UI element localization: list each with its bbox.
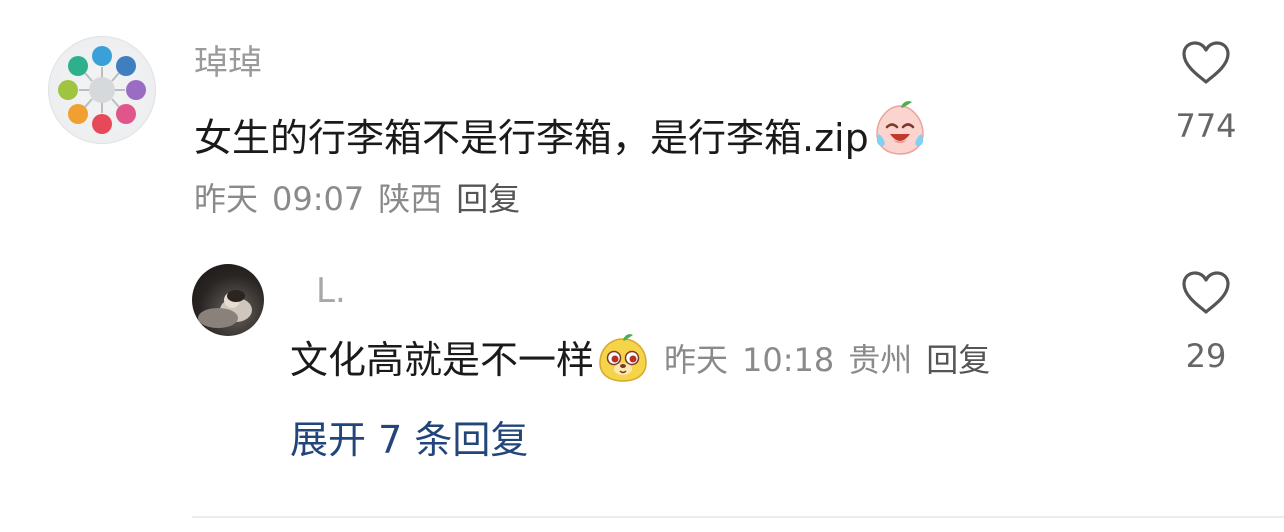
comment-meta: 昨天 09:07 陕西 回复 bbox=[194, 176, 534, 222]
reply-username[interactable]: L. bbox=[316, 268, 346, 314]
avatar-diagram-image bbox=[58, 46, 146, 134]
reply-avatar-photo bbox=[198, 290, 252, 328]
comment-text: 女生的行李箱不是行李箱，是行李箱.zip bbox=[194, 100, 929, 175]
comment-date: 昨天 bbox=[194, 180, 259, 218]
reply-button[interactable]: 回复 bbox=[456, 180, 520, 218]
comment-time: 09:07 bbox=[272, 180, 365, 218]
avatar[interactable] bbox=[48, 36, 156, 144]
comment-location: 陕西 bbox=[378, 180, 443, 218]
dog-face-emoji-icon bbox=[596, 331, 650, 389]
reply-location: 贵州 bbox=[848, 341, 913, 379]
like-button[interactable]: 774 bbox=[1168, 40, 1244, 146]
comment-text-content: 女生的行李箱不是行李箱，是行李箱.zip bbox=[194, 115, 869, 160]
reply-text: 文化高就是不一样 bbox=[290, 338, 595, 382]
laughing-crying-emoji-icon bbox=[871, 100, 929, 175]
reply-time: 10:18 bbox=[742, 341, 835, 379]
username[interactable]: 琸琸 bbox=[194, 40, 262, 86]
reply-reply-button[interactable]: 回复 bbox=[926, 341, 990, 379]
heart-icon bbox=[1182, 41, 1230, 84]
reply-avatar[interactable] bbox=[192, 264, 264, 336]
reply-date: 昨天 bbox=[664, 341, 729, 379]
divider bbox=[192, 516, 1284, 518]
reply-like-button[interactable]: 29 bbox=[1168, 270, 1244, 376]
reply-like-count: 29 bbox=[1185, 337, 1227, 375]
reply-meta: 昨天 10:18 贵州 回复 bbox=[664, 330, 1004, 390]
heart-icon bbox=[1182, 271, 1230, 314]
expand-replies-link[interactable]: 展开 7 条回复 bbox=[290, 414, 528, 466]
like-count: 774 bbox=[1175, 107, 1237, 145]
reply-line: 文化高就是不一样 昨天 10:18 贵州 回复 bbox=[290, 330, 1004, 390]
